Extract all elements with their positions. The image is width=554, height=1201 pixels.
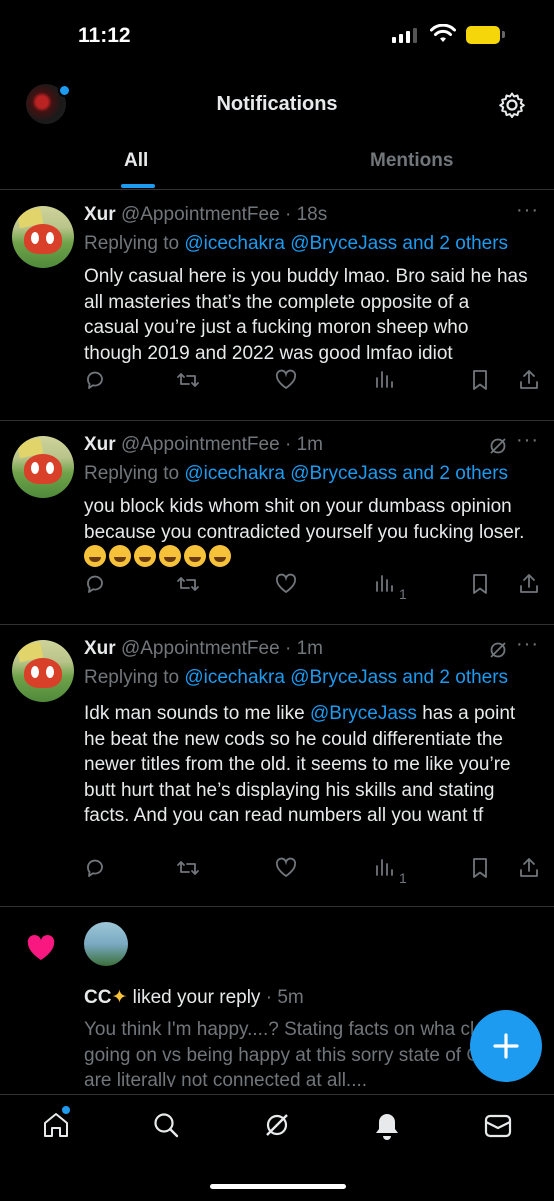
home-indicator [210, 1184, 346, 1189]
battery-tip [502, 31, 505, 38]
views-count: 1 [399, 870, 407, 886]
tweet-handle: @AppointmentFee [120, 204, 280, 225]
dizzy-emoji: ✦ [111, 987, 128, 1008]
tweet-handle: @AppointmentFee [120, 638, 280, 659]
wifi-icon [430, 24, 456, 42]
tweet-body: you block kids whom shit on your dumbass… [84, 494, 529, 571]
like-icon[interactable] [275, 573, 297, 595]
like-icon[interactable] [275, 857, 297, 879]
tweet-time: 1m [296, 638, 323, 659]
signal-icon [392, 28, 417, 43]
battery-icon [466, 26, 500, 44]
tweet-text: Only casual here is you buddy lmao. Bro … [84, 266, 528, 364]
search-icon[interactable] [152, 1111, 180, 1139]
tweet-author-name[interactable]: Xur [84, 434, 116, 455]
views-count: 1 [399, 586, 407, 602]
home-icon[interactable] [42, 1111, 70, 1139]
tweet-body: Idk man sounds to me like @BryceJass has… [84, 701, 529, 829]
bookmark-icon[interactable] [470, 857, 490, 879]
plus-icon [493, 1033, 519, 1059]
replying-to-label: Replying to [84, 463, 180, 484]
divider [0, 420, 554, 421]
bookmark-icon[interactable] [470, 573, 490, 595]
replying-to-label: Replying to [84, 233, 180, 254]
tab-all[interactable]: All [124, 150, 148, 172]
tweet-avatar[interactable] [12, 206, 74, 268]
like-time: 5m [277, 987, 304, 1008]
tweet-author-name[interactable]: Xur [84, 204, 116, 225]
bookmark-icon[interactable] [470, 369, 490, 391]
reply-to-mentions[interactable]: @icechakra @BryceJass and 2 others [184, 667, 508, 688]
retweet-icon[interactable] [176, 857, 200, 879]
tweet-header: Xur @AppointmentFee · 1m [84, 638, 323, 659]
status-time: 11:12 [78, 24, 131, 47]
compose-button[interactable] [470, 1010, 542, 1082]
liked-reply-preview[interactable]: You think I'm happy....? Stating facts o… [84, 1017, 524, 1087]
reply-context: Replying to @icechakra @BryceJass and 2 … [84, 233, 508, 255]
heart-icon [27, 935, 55, 960]
active-tab-indicator [121, 184, 155, 188]
retweet-icon[interactable] [176, 573, 200, 595]
grok-nav-icon[interactable] [263, 1111, 291, 1139]
views-icon[interactable] [374, 573, 394, 595]
tweet-handle: @AppointmentFee [120, 434, 280, 455]
grok-icon[interactable] [488, 436, 508, 456]
tweet-time: 1m [296, 434, 323, 455]
more-options-icon[interactable]: ··· [516, 429, 539, 452]
divider [0, 624, 554, 625]
laughing-emoji-row [84, 545, 234, 568]
tweet-text: you block kids whom shit on your dumbass… [84, 496, 525, 543]
tweet-time: 18s [296, 204, 328, 225]
like-action-text: liked your reply [132, 987, 261, 1008]
reply-context: Replying to @icechakra @BryceJass and 2 … [84, 667, 508, 689]
tweet-header: Xur @AppointmentFee · 18s [84, 204, 328, 225]
like-line: CC✦ liked your reply · 5m [84, 987, 304, 1008]
mention-link[interactable]: @BryceJass [310, 703, 417, 724]
tweet-text: Idk man sounds to me like [84, 703, 310, 724]
grok-icon[interactable] [488, 640, 508, 660]
tweet-avatar[interactable] [12, 640, 74, 702]
share-icon[interactable] [518, 857, 540, 879]
views-icon[interactable] [374, 369, 394, 391]
tweet-header: Xur @AppointmentFee · 1m [84, 434, 323, 455]
reply-to-mentions[interactable]: @icechakra @BryceJass and 2 others [184, 463, 508, 484]
reply-to-mentions[interactable]: @icechakra @BryceJass and 2 others [184, 233, 508, 254]
page-title: Notifications [216, 93, 338, 115]
home-unread-dot [62, 1106, 70, 1114]
retweet-icon[interactable] [176, 369, 200, 391]
divider [0, 189, 554, 190]
tab-mentions[interactable]: Mentions [370, 150, 453, 172]
liker-name[interactable]: CC [84, 987, 111, 1008]
notifications-bell-icon[interactable] [373, 1111, 401, 1141]
tweet-author-name[interactable]: Xur [84, 638, 116, 659]
more-options-icon[interactable]: ··· [516, 199, 539, 222]
tweet-avatar[interactable] [12, 436, 74, 498]
views-icon[interactable] [374, 857, 394, 879]
replying-to-label: Replying to [84, 667, 180, 688]
share-icon[interactable] [518, 573, 540, 595]
reply-icon[interactable] [84, 369, 106, 391]
reply-icon[interactable] [84, 573, 106, 595]
messages-icon[interactable] [484, 1113, 512, 1139]
like-icon[interactable] [275, 369, 297, 391]
reply-icon[interactable] [84, 857, 106, 879]
more-options-icon[interactable]: ··· [516, 633, 539, 656]
divider [0, 906, 554, 907]
settings-gear-icon[interactable] [498, 91, 526, 119]
share-icon[interactable] [518, 369, 540, 391]
liker-avatar[interactable] [84, 922, 128, 966]
reply-context: Replying to @icechakra @BryceJass and 2 … [84, 463, 508, 485]
